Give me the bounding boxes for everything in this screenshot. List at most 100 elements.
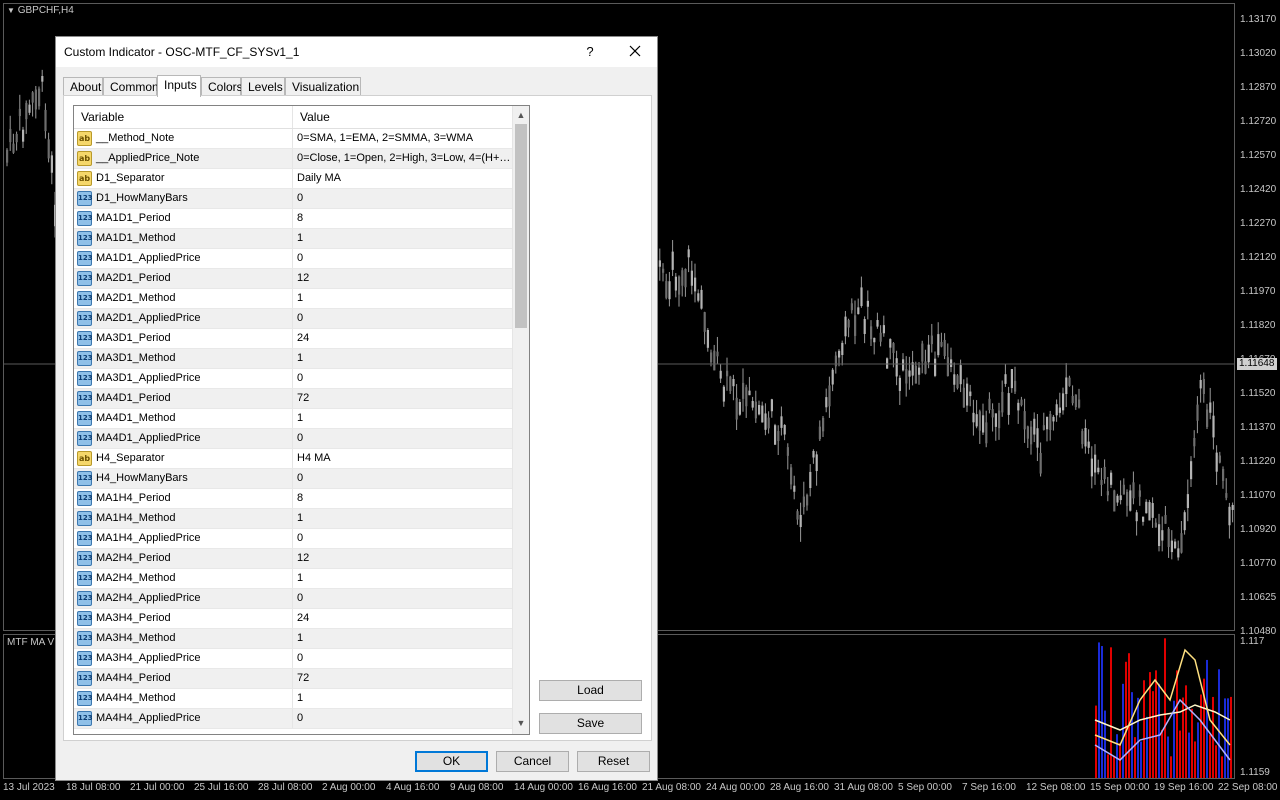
- table-row[interactable]: 123 MA1D1_Period 8: [74, 209, 512, 229]
- table-row[interactable]: 123 MA1D1_AppliedPrice 0: [74, 249, 512, 269]
- price-tick-label: 1.10920: [1240, 524, 1277, 535]
- value-cell[interactable]: 24: [293, 609, 512, 628]
- variable-cell: 123 MA3H4_Method: [74, 629, 293, 648]
- inputs-grid[interactable]: Variable Value ab __Method_Note 0=SMA, 1=E…: [73, 105, 530, 735]
- price-tick-label: 1.11820: [1240, 320, 1276, 331]
- value-cell[interactable]: 12: [293, 549, 512, 568]
- value-cell[interactable]: 72: [293, 669, 512, 688]
- variable-name: MA2D1_Period: [96, 272, 171, 284]
- value-cell[interactable]: 24: [293, 329, 512, 348]
- price-tick-label: 1.11520: [1240, 388, 1276, 399]
- chevron-down-icon[interactable]: ▼: [513, 714, 529, 732]
- value-cell[interactable]: 0=SMA, 1=EMA, 2=SMMA, 3=WMA: [293, 129, 512, 148]
- value-cell[interactable]: 0: [293, 649, 512, 668]
- value-cell[interactable]: Daily MA: [293, 169, 512, 188]
- cancel-button[interactable]: Cancel: [496, 751, 569, 772]
- value-cell[interactable]: 0=Close, 1=Open, 2=High, 3=Low, 4=(H+L..…: [293, 149, 512, 168]
- table-row[interactable]: ab H4_Separator H4 MA: [74, 449, 512, 469]
- value-cell[interactable]: 8: [293, 209, 512, 228]
- column-header-value[interactable]: Value: [293, 106, 512, 128]
- 123-type-icon: 123: [77, 471, 93, 486]
- table-row[interactable]: 123 MA2H4_AppliedPrice 0: [74, 589, 512, 609]
- value-cell[interactable]: 0: [293, 529, 512, 548]
- 123-type-icon: 123: [77, 711, 93, 726]
- variable-cell: 123 MA2H4_AppliedPrice: [74, 589, 293, 608]
- scroll-thumb[interactable]: [515, 124, 527, 328]
- table-row[interactable]: 123 H4_HowManyBars 0: [74, 469, 512, 489]
- reset-button[interactable]: Reset: [577, 751, 650, 772]
- table-row[interactable]: 123 MA1H4_Period 8: [74, 489, 512, 509]
- value-cell[interactable]: 0: [293, 309, 512, 328]
- tab-visualization[interactable]: Visualization: [285, 77, 361, 95]
- date-tick-label: 22 Sep 08:00: [1218, 782, 1278, 793]
- table-row[interactable]: ab D1_Separator Daily MA: [74, 169, 512, 189]
- table-row[interactable]: 123 MA1H4_AppliedPrice 0: [74, 529, 512, 549]
- table-row[interactable]: 123 MA4D1_AppliedPrice 0: [74, 429, 512, 449]
- value-cell[interactable]: 1: [293, 229, 512, 248]
- value-cell[interactable]: 72: [293, 389, 512, 408]
- value-cell[interactable]: 1: [293, 629, 512, 648]
- table-row[interactable]: 123 MA4D1_Method 1: [74, 409, 512, 429]
- ok-button[interactable]: OK: [415, 751, 488, 772]
- close-button[interactable]: [624, 40, 646, 62]
- value-cell[interactable]: 0: [293, 589, 512, 608]
- value-cell[interactable]: 0: [293, 249, 512, 268]
- table-row[interactable]: ab __Method_Note 0=SMA, 1=EMA, 2=SMMA, 3=W…: [74, 129, 512, 149]
- value-cell[interactable]: 0: [293, 469, 512, 488]
- table-row[interactable]: 123 MA2D1_AppliedPrice 0: [74, 309, 512, 329]
- table-row[interactable]: 123 MA4D1_Period 72: [74, 389, 512, 409]
- value-cell[interactable]: 1: [293, 509, 512, 528]
- table-row[interactable]: 123 MA2D1_Period 12: [74, 269, 512, 289]
- help-button[interactable]: ?: [580, 42, 600, 62]
- table-row[interactable]: 123 MA4H4_AppliedPrice 0: [74, 709, 512, 729]
- save-button[interactable]: Save: [539, 713, 642, 734]
- price-tick-label: 1.13170: [1240, 14, 1277, 25]
- tab-about[interactable]: About: [63, 77, 103, 95]
- table-row[interactable]: 123 MA1H4_Method 1: [74, 509, 512, 529]
- price-tick-label: 1.11070: [1240, 490, 1276, 501]
- value-cell[interactable]: 12: [293, 269, 512, 288]
- table-row[interactable]: 123 D1_HowManyBars 0: [74, 189, 512, 209]
- table-row[interactable]: 123 MA1D1_Method 1: [74, 229, 512, 249]
- tab-common[interactable]: Common: [103, 77, 159, 95]
- dialog-title: Custom Indicator - OSC-MTF_CF_SYSv1_1: [64, 45, 300, 59]
- table-row[interactable]: 123 MA2H4_Period 12: [74, 549, 512, 569]
- table-row[interactable]: 123 MA3D1_AppliedPrice 0: [74, 369, 512, 389]
- variable-cell: 123 MA2H4_Method: [74, 569, 293, 588]
- tab-colors[interactable]: Colors: [201, 77, 243, 95]
- value-cell[interactable]: 1: [293, 409, 512, 428]
- date-tick-label: 24 Aug 00:00: [706, 782, 765, 793]
- value-cell[interactable]: 1: [293, 349, 512, 368]
- value-cell[interactable]: 0: [293, 369, 512, 388]
- close-icon: [629, 45, 641, 57]
- column-header-variable[interactable]: Variable: [74, 106, 293, 128]
- value-cell[interactable]: 8: [293, 489, 512, 508]
- chevron-up-icon[interactable]: ▲: [513, 106, 529, 124]
- table-row[interactable]: 123 MA3H4_Period 24: [74, 609, 512, 629]
- value-cell[interactable]: 1: [293, 569, 512, 588]
- tab-inputs[interactable]: Inputs: [157, 75, 201, 97]
- date-tick-label: 31 Aug 08:00: [834, 782, 893, 793]
- table-row[interactable]: ab __AppliedPrice_Note 0=Close, 1=Open, 2=…: [74, 149, 512, 169]
- table-row[interactable]: 123 MA4H4_Method 1: [74, 689, 512, 709]
- ab-type-icon: ab: [77, 451, 92, 466]
- title-bar[interactable]: Custom Indicator - OSC-MTF_CF_SYSv1_1 ?: [56, 37, 657, 67]
- table-row[interactable]: 123 MA3H4_Method 1: [74, 629, 512, 649]
- value-cell[interactable]: 0: [293, 709, 512, 728]
- table-row[interactable]: 123 MA3D1_Period 24: [74, 329, 512, 349]
- vertical-scrollbar[interactable]: ▲ ▼: [512, 106, 529, 734]
- value-cell[interactable]: 1: [293, 689, 512, 708]
- date-tick-label: 28 Aug 16:00: [770, 782, 829, 793]
- load-button[interactable]: Load: [539, 680, 642, 701]
- value-cell[interactable]: 0: [293, 429, 512, 448]
- variable-cell: ab __Method_Note: [74, 129, 293, 148]
- value-cell[interactable]: H4 MA: [293, 449, 512, 468]
- table-row[interactable]: 123 MA4H4_Period 72: [74, 669, 512, 689]
- table-row[interactable]: 123 MA2H4_Method 1: [74, 569, 512, 589]
- value-cell[interactable]: 0: [293, 189, 512, 208]
- value-cell[interactable]: 1: [293, 289, 512, 308]
- table-row[interactable]: 123 MA2D1_Method 1: [74, 289, 512, 309]
- table-row[interactable]: 123 MA3D1_Method 1: [74, 349, 512, 369]
- table-row[interactable]: 123 MA3H4_AppliedPrice 0: [74, 649, 512, 669]
- tab-levels[interactable]: Levels: [241, 77, 285, 95]
